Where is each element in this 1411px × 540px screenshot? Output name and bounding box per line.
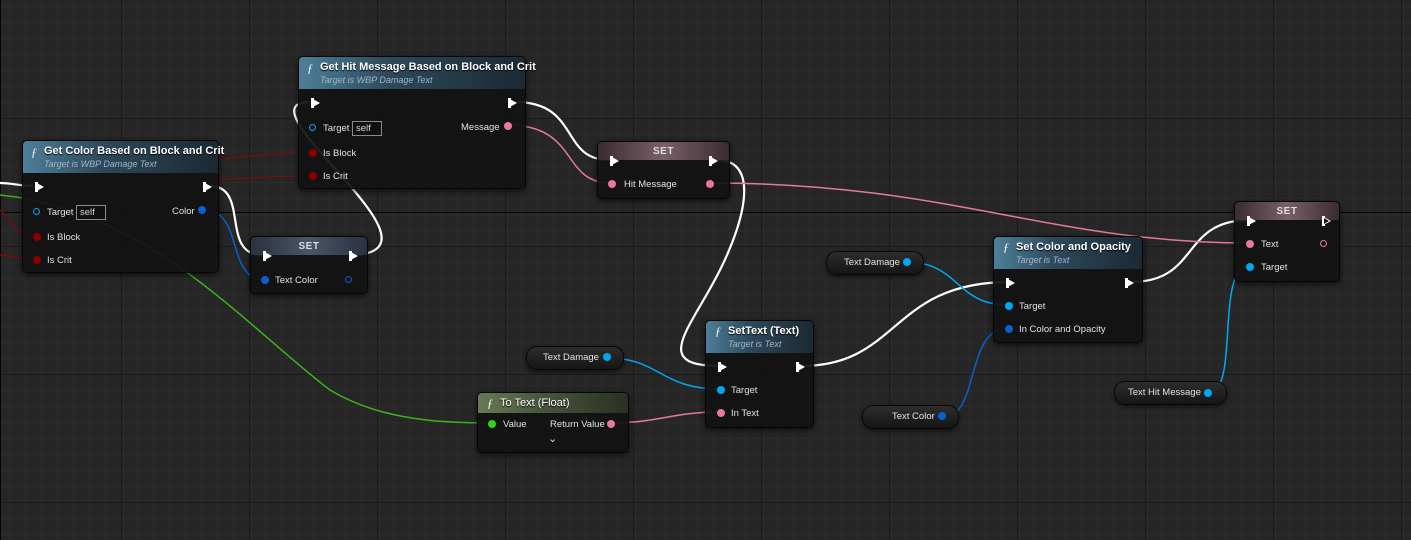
text-color-out-pin[interactable] <box>345 276 352 283</box>
getter-label: Text Color <box>892 411 935 422</box>
set-text-final-node[interactable]: SET Text Target <box>1234 201 1340 282</box>
target-label: Target <box>1261 262 1288 273</box>
node-subtitle: Target is WBP Damage Text <box>44 159 157 169</box>
text-color-in-pin[interactable] <box>261 276 269 284</box>
exec-out-pin[interactable] <box>796 362 805 372</box>
in-text-pin[interactable] <box>717 409 725 417</box>
is-block-pin[interactable] <box>309 149 317 157</box>
exec-out-pin[interactable] <box>709 156 718 166</box>
exec-in-pin[interactable] <box>610 156 619 166</box>
function-icon: ƒ <box>307 61 313 75</box>
hit-message-in-pin[interactable] <box>608 180 616 188</box>
expand-chevron-icon[interactable]: ⌄ <box>548 432 557 445</box>
target-in-pin[interactable] <box>1246 263 1254 271</box>
text-color-label: Text Color <box>275 275 318 286</box>
target-pin[interactable] <box>309 124 316 131</box>
target-label: Target <box>47 207 74 218</box>
node-title: SetText (Text) <box>728 325 800 337</box>
set-hit-message-node[interactable]: SET Hit Message <box>597 141 730 199</box>
node-title: Get Hit Message Based on Block and Crit <box>320 61 536 73</box>
bool-wire <box>214 175 310 181</box>
text-damage-getter[interactable]: Text Damage <box>526 346 624 370</box>
exec-in-pin[interactable] <box>1247 216 1256 226</box>
exec-out-pin[interactable] <box>1322 216 1331 226</box>
text-out-pin[interactable] <box>1320 240 1327 247</box>
set-text-node[interactable]: ƒ SetText (Text) Target is Text Target I… <box>705 320 814 428</box>
return-value-label: Return Value <box>550 419 605 430</box>
exec-wire <box>1130 218 1251 284</box>
in-color-label: In Color and Opacity <box>1019 324 1106 335</box>
is-block-pin[interactable] <box>33 233 41 241</box>
is-crit-label: Is Crit <box>47 255 72 266</box>
message-out-pin[interactable] <box>504 122 512 130</box>
is-crit-pin[interactable] <box>309 172 317 180</box>
message-label: Message <box>461 122 500 133</box>
in-text-label: In Text <box>731 408 759 419</box>
color-label: Color <box>172 206 195 217</box>
bool-wire <box>214 152 310 161</box>
set-text-color-node[interactable]: SET Text Color <box>250 236 368 294</box>
node-subtitle: Target is Text <box>728 339 782 349</box>
exec-out-pin[interactable] <box>508 98 517 108</box>
getter-out-pin[interactable] <box>938 412 946 420</box>
text-in-pin[interactable] <box>1246 240 1254 248</box>
text-wire <box>709 182 1250 244</box>
set-color-opacity-node[interactable]: ƒ Set Color and Opacity Target is Text T… <box>993 236 1143 343</box>
node-subtitle: Target is Text <box>1016 255 1070 265</box>
node-subtitle: Target is WBP Damage Text <box>320 75 433 85</box>
exec-in-pin[interactable] <box>718 362 727 372</box>
exec-wire <box>514 100 610 162</box>
function-icon: ƒ <box>31 145 37 159</box>
getter-label: Text Damage <box>844 257 900 268</box>
text-label: Text <box>1261 239 1279 250</box>
exec-in-pin[interactable] <box>263 251 272 261</box>
target-self-input[interactable]: self <box>352 121 382 136</box>
text-damage-getter[interactable]: Text Damage <box>826 251 924 275</box>
is-crit-pin[interactable] <box>33 256 41 264</box>
getter-label: Text Hit Message <box>1128 387 1201 398</box>
getter-out-pin[interactable] <box>903 258 911 266</box>
target-pin[interactable] <box>33 208 40 215</box>
color-out-pin[interactable] <box>198 206 206 214</box>
target-label: Target <box>731 385 758 396</box>
function-icon: ƒ <box>487 396 493 410</box>
value-label: Value <box>503 419 527 430</box>
target-label: Target <box>1019 301 1046 312</box>
exec-in-pin[interactable] <box>1006 278 1015 288</box>
get-hit-message-node[interactable]: ƒ Get Hit Message Based on Block and Cri… <box>298 56 536 189</box>
return-value-pin[interactable] <box>607 420 615 428</box>
is-block-label: Is Block <box>323 148 357 159</box>
value-in-pin[interactable] <box>488 420 496 428</box>
in-color-pin[interactable] <box>1005 325 1013 333</box>
get-color-node[interactable]: ƒ Get Color Based on Block and Crit Targ… <box>22 140 224 273</box>
exec-in-pin[interactable] <box>311 98 320 108</box>
to-text-float-node[interactable]: ƒ To Text (Float) Value Return Value ⌄ <box>477 392 629 453</box>
hit-message-out-pin[interactable] <box>706 180 714 188</box>
target-in-pin[interactable] <box>1005 302 1013 310</box>
is-block-label: Is Block <box>47 232 81 243</box>
target-self-input[interactable]: self <box>76 205 106 220</box>
target-label: Target <box>323 123 350 134</box>
target-in-pin[interactable] <box>717 386 725 394</box>
exec-out-pin[interactable] <box>349 251 358 261</box>
exec-wire <box>800 280 1011 368</box>
node-title: Set Color and Opacity <box>1016 241 1131 253</box>
function-icon: ƒ <box>715 324 721 338</box>
exec-out-pin[interactable] <box>1125 278 1134 288</box>
node-title: Get Color Based on Block and Crit <box>44 145 225 157</box>
exec-in-pin[interactable] <box>35 182 44 192</box>
hit-message-label: Hit Message <box>624 179 677 190</box>
exec-out-pin[interactable] <box>203 182 212 192</box>
node-title: To Text (Float) <box>500 397 570 409</box>
object-wire <box>606 357 721 390</box>
function-icon: ƒ <box>1003 240 1009 254</box>
getter-out-pin[interactable] <box>603 353 611 361</box>
is-crit-label: Is Crit <box>323 171 348 182</box>
getter-label: Text Damage <box>543 352 599 363</box>
object-wire <box>1207 265 1250 395</box>
getter-out-pin[interactable] <box>1204 389 1212 397</box>
text-hit-message-getter[interactable]: Text Hit Message <box>1114 381 1227 405</box>
text-color-getter[interactable]: Text Color <box>862 405 959 429</box>
